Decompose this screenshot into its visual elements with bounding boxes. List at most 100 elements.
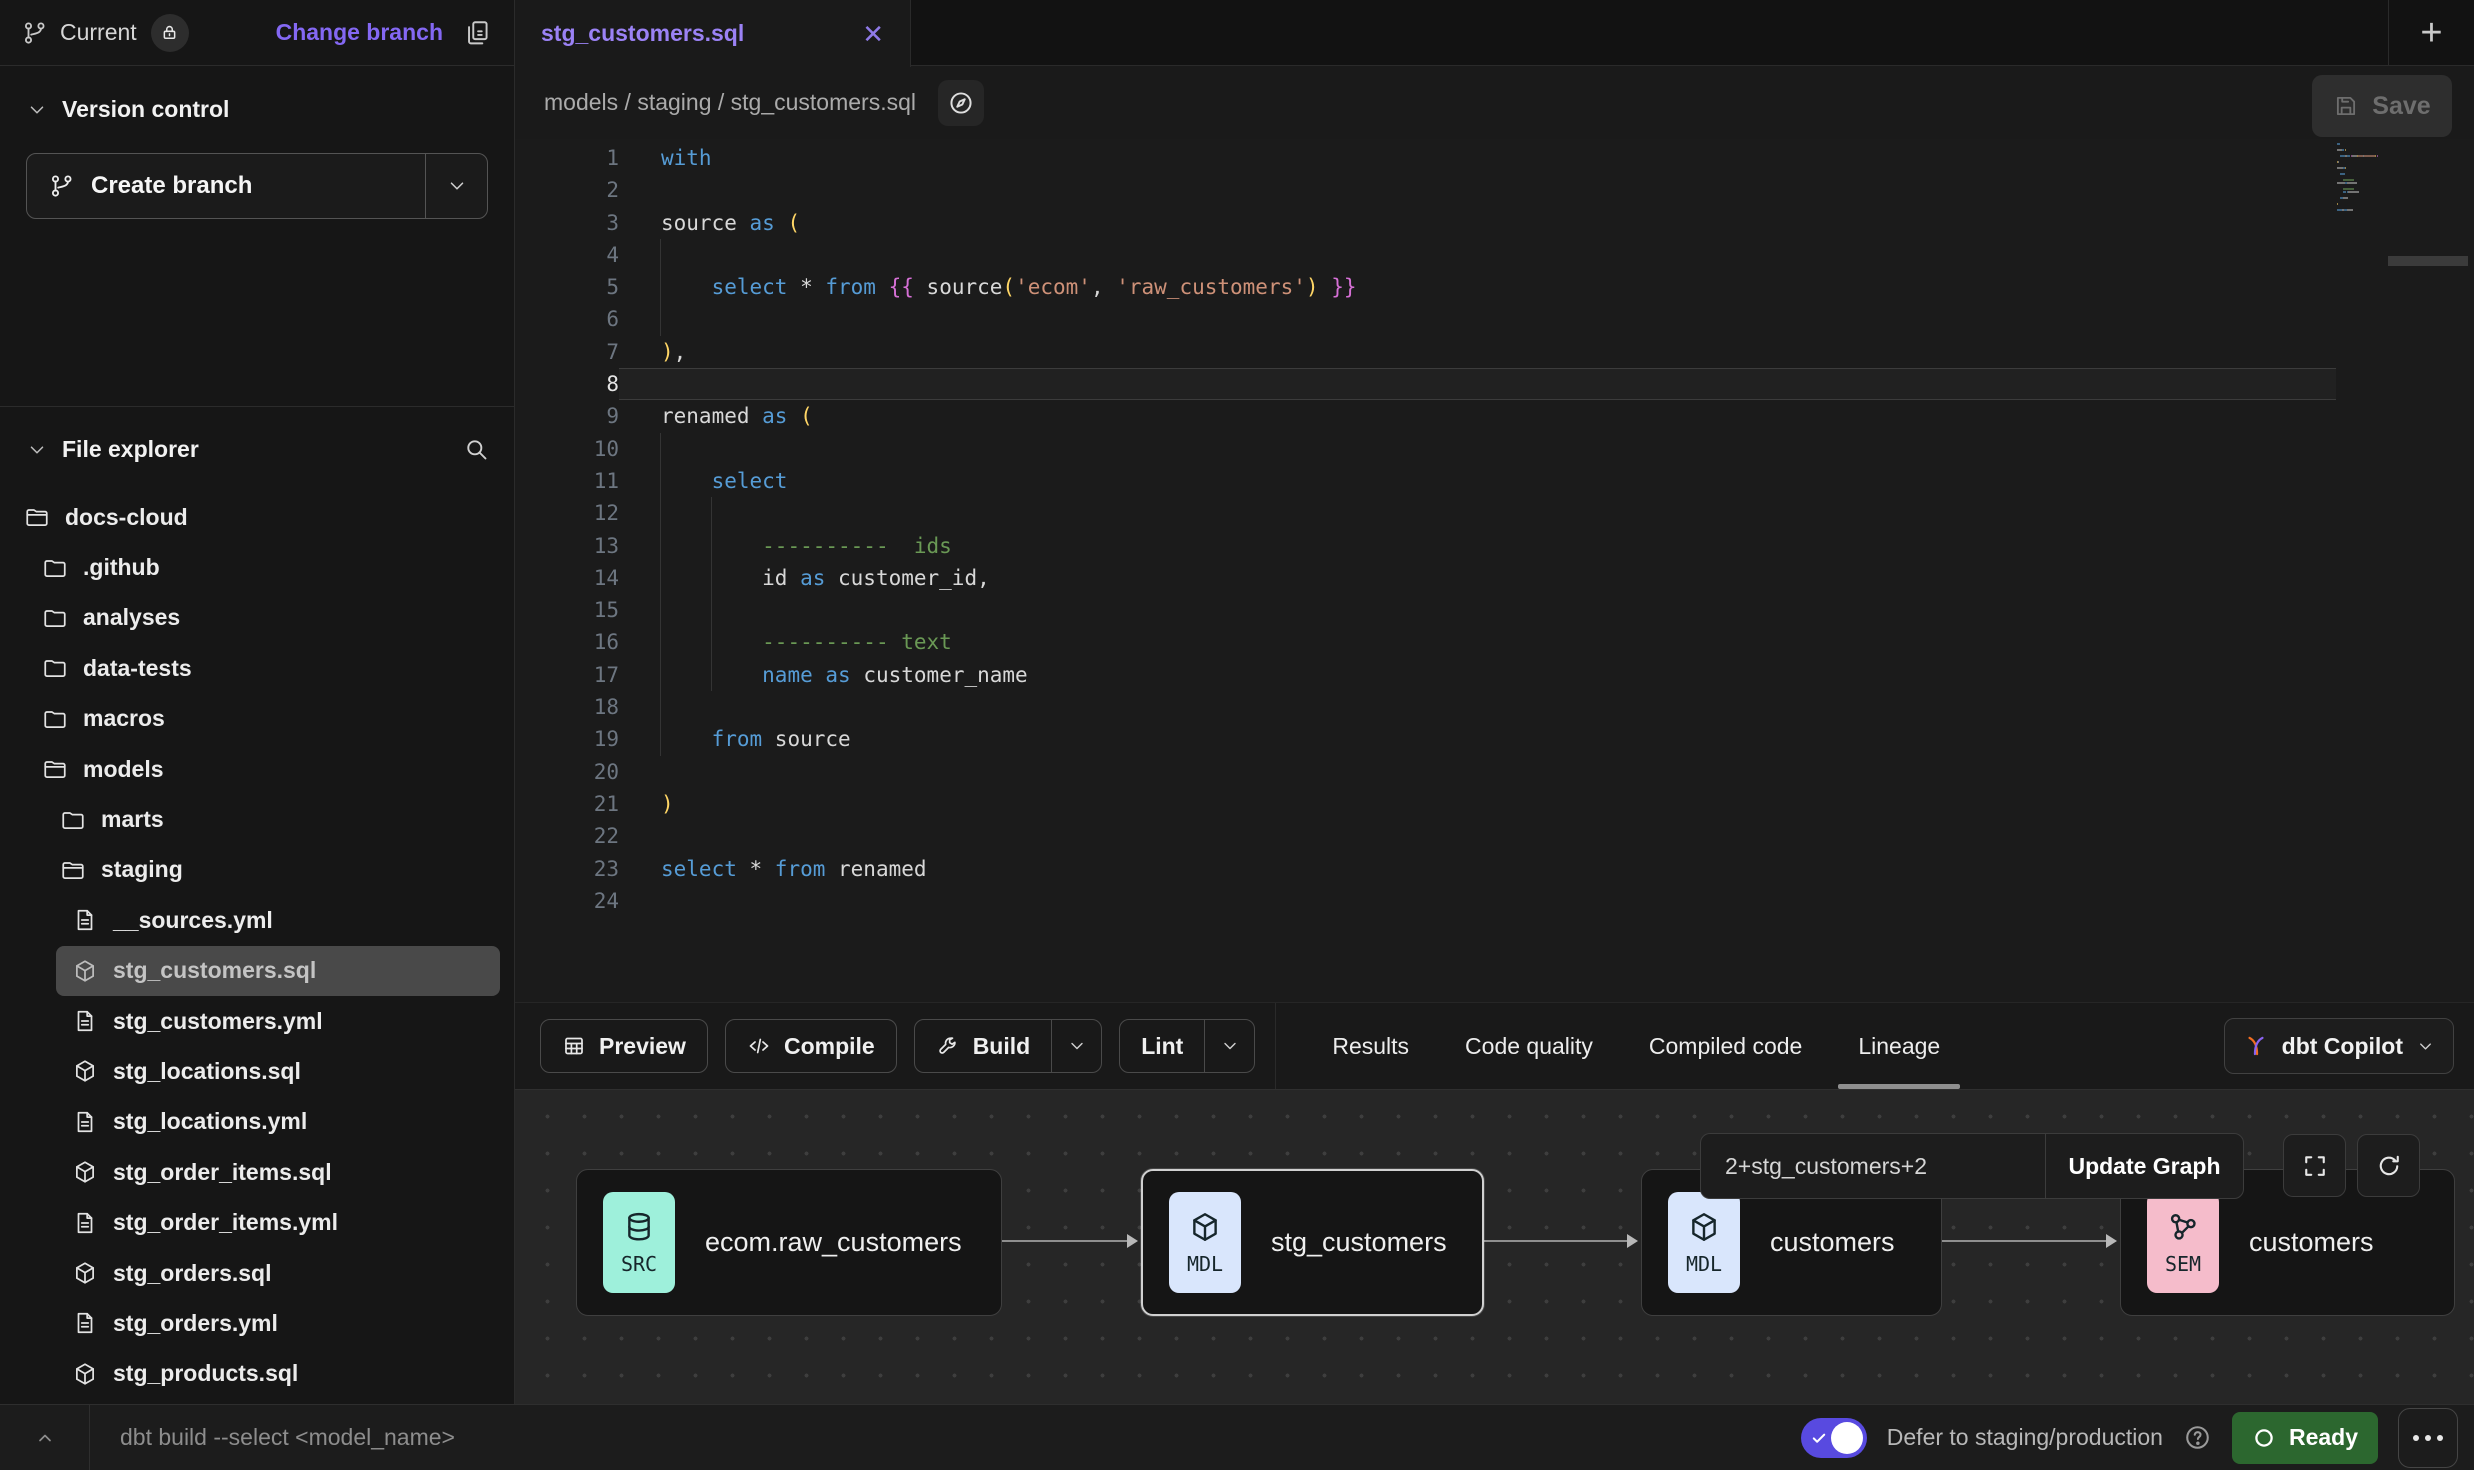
code-line-21[interactable]: 21) [515, 788, 2474, 820]
lineage-node-src-ecom-raw-customers[interactable]: SRCecom.raw_customers [576, 1169, 1002, 1316]
tree-item-stg-customers-yml[interactable]: stg_customers.yml [0, 996, 514, 1046]
tab-code-quality[interactable]: Code quality [1437, 1003, 1621, 1089]
code-line-17[interactable]: 17 name as customer_name [515, 659, 2474, 691]
tab-lineage[interactable]: Lineage [1830, 1003, 1968, 1089]
code-line-1[interactable]: 1with [515, 142, 2474, 174]
code-text: id as customer_id, [619, 562, 2474, 594]
minimap[interactable] [2337, 143, 2449, 215]
code-text: select [619, 465, 2474, 497]
code-line-3[interactable]: 3source as ( [515, 207, 2474, 239]
preview-button[interactable]: Preview [540, 1019, 708, 1073]
badge-label: MDL [1187, 1252, 1223, 1276]
tree-item-macros[interactable]: macros [0, 694, 514, 744]
more-options-button[interactable] [2398, 1408, 2458, 1468]
code-line-23[interactable]: 23select * from renamed [515, 853, 2474, 885]
tab-compiled-code[interactable]: Compiled code [1621, 1003, 1830, 1089]
code-line-20[interactable]: 20 [515, 756, 2474, 788]
create-branch-dropdown[interactable] [425, 154, 487, 218]
tree-item-stg-customers-sql[interactable]: stg_customers.sql [56, 946, 500, 996]
tab-results[interactable]: Results [1304, 1003, 1437, 1089]
code-line-15[interactable]: 15 [515, 594, 2474, 626]
code-line-19[interactable]: 19 from source [515, 723, 2474, 755]
code-line-11[interactable]: 11 select [515, 465, 2474, 497]
database-badge: SRC [603, 1192, 675, 1293]
version-control-header[interactable]: Version control [26, 96, 488, 123]
tree-item-stg-order-items-sql[interactable]: stg_order_items.sql [0, 1147, 514, 1197]
copilot-compass-button[interactable] [938, 80, 984, 126]
code-line-22[interactable]: 22 [515, 820, 2474, 852]
close-tab-icon[interactable]: ✕ [862, 21, 884, 47]
compile-button[interactable]: Compile [725, 1019, 897, 1073]
code-line-16[interactable]: 16 ---------- text [515, 626, 2474, 658]
tree-item-stg-products-sql[interactable]: stg_products.sql [0, 1349, 514, 1399]
toolbar-divider [1275, 1003, 1276, 1090]
code-line-9[interactable]: 9renamed as ( [515, 400, 2474, 432]
refresh-button[interactable] [2357, 1134, 2420, 1197]
code-line-5[interactable]: 5 select * from {{ source('ecom', 'raw_c… [515, 271, 2474, 303]
code-line-6[interactable]: 6 [515, 303, 2474, 335]
code-line-2[interactable]: 2 [515, 174, 2474, 206]
code-line-13[interactable]: 13 ---------- ids [515, 530, 2474, 562]
fullscreen-button[interactable] [2283, 1134, 2346, 1197]
create-branch-main[interactable]: Create branch [27, 154, 425, 218]
tree-item-docs-cloud[interactable]: docs-cloud [0, 492, 514, 542]
code-line-8[interactable]: 8 [515, 368, 2474, 400]
tree-item-label: models [83, 756, 164, 783]
tree-item--sources-yml[interactable]: __sources.yml [0, 895, 514, 945]
tree-item-stg-order-items-yml[interactable]: stg_order_items.yml [0, 1197, 514, 1247]
code-text [619, 303, 2474, 335]
ide-status-button[interactable]: Ready [2232, 1412, 2378, 1464]
breadcrumb-bar: models / staging / stg_customers.sql [515, 66, 2474, 139]
lineage-panel[interactable]: SRCecom.raw_customers MDLstg_customersMDL… [515, 1089, 2474, 1404]
new-tab-button[interactable]: + [2388, 0, 2474, 66]
defer-toggle[interactable] [1801, 1418, 1867, 1458]
copy-icon[interactable] [463, 18, 492, 47]
command-input[interactable] [90, 1405, 1801, 1470]
build-dropdown[interactable] [1051, 1020, 1101, 1072]
indent-guide [660, 594, 661, 626]
file-doc-icon [72, 1210, 98, 1236]
file-explorer-header[interactable]: File explorer [0, 407, 514, 492]
lineage-selector-input[interactable] [1700, 1133, 2045, 1199]
lineage-node-mdl-stg-customers[interactable]: MDLstg_customers [1141, 1169, 1484, 1316]
tree-item--github[interactable]: .github [0, 542, 514, 592]
tree-item-models[interactable]: models [0, 744, 514, 794]
tree-item-stg-orders-yml[interactable]: stg_orders.yml [0, 1298, 514, 1348]
tree-item-data-tests[interactable]: data-tests [0, 643, 514, 693]
tree-item-staging[interactable]: staging [0, 845, 514, 895]
indent-guide [660, 659, 661, 691]
code-line-7[interactable]: 7), [515, 336, 2474, 368]
folder-open-icon [60, 857, 86, 883]
tab-stg-customers-sql[interactable]: stg_customers.sql ✕ [515, 0, 911, 67]
code-line-18[interactable]: 18 [515, 691, 2474, 723]
folder-open-icon [42, 756, 68, 782]
version-control-title: Version control [62, 96, 229, 123]
tree-item-analyses[interactable]: analyses [0, 593, 514, 643]
code-line-4[interactable]: 4 [515, 239, 2474, 271]
indent-guide [660, 626, 661, 658]
tree-item-stg-locations-sql[interactable]: stg_locations.sql [0, 1046, 514, 1096]
create-branch-button[interactable]: Create branch [26, 153, 488, 219]
change-branch-link[interactable]: Change branch [276, 19, 443, 46]
code-line-10[interactable]: 10 [515, 433, 2474, 465]
minimap-scrollbar[interactable] [2388, 256, 2468, 266]
code-text [619, 756, 2474, 788]
lint-dropdown[interactable] [1204, 1020, 1254, 1072]
code-editor[interactable]: 1with23source as (45 select * from {{ so… [515, 139, 2474, 1002]
save-button[interactable]: Save [2312, 75, 2452, 137]
code-line-12[interactable]: 12 [515, 497, 2474, 529]
dbt-copilot-button[interactable]: dbt Copilot [2224, 1018, 2454, 1074]
indent-guide [711, 497, 712, 529]
tree-item-stg-orders-sql[interactable]: stg_orders.sql [0, 1248, 514, 1298]
update-graph-button[interactable]: Update Graph [2045, 1133, 2244, 1199]
git-branch-icon [22, 20, 48, 46]
help-icon[interactable] [2183, 1423, 2212, 1452]
tree-item-stg-locations-yml[interactable]: stg_locations.yml [0, 1097, 514, 1147]
code-line-24[interactable]: 24 [515, 885, 2474, 917]
build-button[interactable]: Build [914, 1019, 1103, 1073]
lint-button[interactable]: Lint [1119, 1019, 1255, 1073]
search-icon[interactable] [463, 436, 490, 463]
collapse-command-bar-button[interactable] [0, 1405, 90, 1470]
code-line-14[interactable]: 14 id as customer_id, [515, 562, 2474, 594]
tree-item-marts[interactable]: marts [0, 794, 514, 844]
